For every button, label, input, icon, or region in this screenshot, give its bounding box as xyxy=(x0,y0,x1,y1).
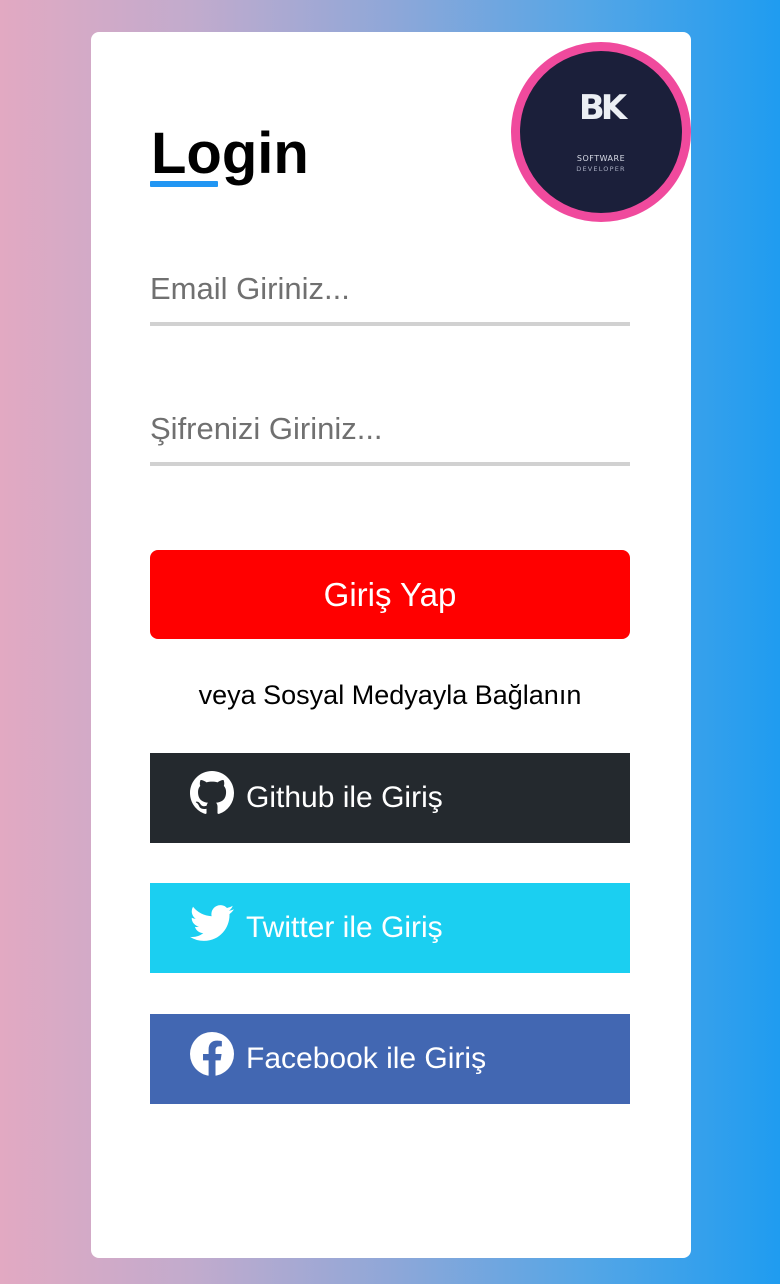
login-button[interactable]: Giriş Yap xyxy=(150,550,630,639)
github-icon xyxy=(190,771,234,815)
social-login-heading: veya Sosyal Medyayla Bağlanın xyxy=(198,680,582,710)
twitter-icon xyxy=(190,901,234,945)
facebook-login-button[interactable]: Facebook ile Giriş xyxy=(150,1014,630,1104)
twitter-login-button[interactable]: Twitter ile Giriş xyxy=(150,883,630,973)
brand-logo: BK SOFTWARE DEVELOPER xyxy=(511,42,691,222)
twitter-login-label: Twitter ile Giriş xyxy=(246,911,443,944)
facebook-icon xyxy=(190,1032,234,1076)
title-underline xyxy=(150,181,218,187)
logo-text-line1: SOFTWARE xyxy=(576,154,626,163)
github-login-label: Github ile Giriş xyxy=(246,781,443,814)
email-field[interactable] xyxy=(150,256,630,326)
password-field[interactable] xyxy=(150,396,630,466)
github-login-button[interactable]: Github ile Giriş xyxy=(150,753,630,843)
page-title: Login xyxy=(151,121,309,186)
facebook-login-label: Facebook ile Giriş xyxy=(246,1042,487,1075)
logo-mark: BK xyxy=(578,88,627,128)
logo-text-line2: DEVELOPER xyxy=(576,165,626,173)
